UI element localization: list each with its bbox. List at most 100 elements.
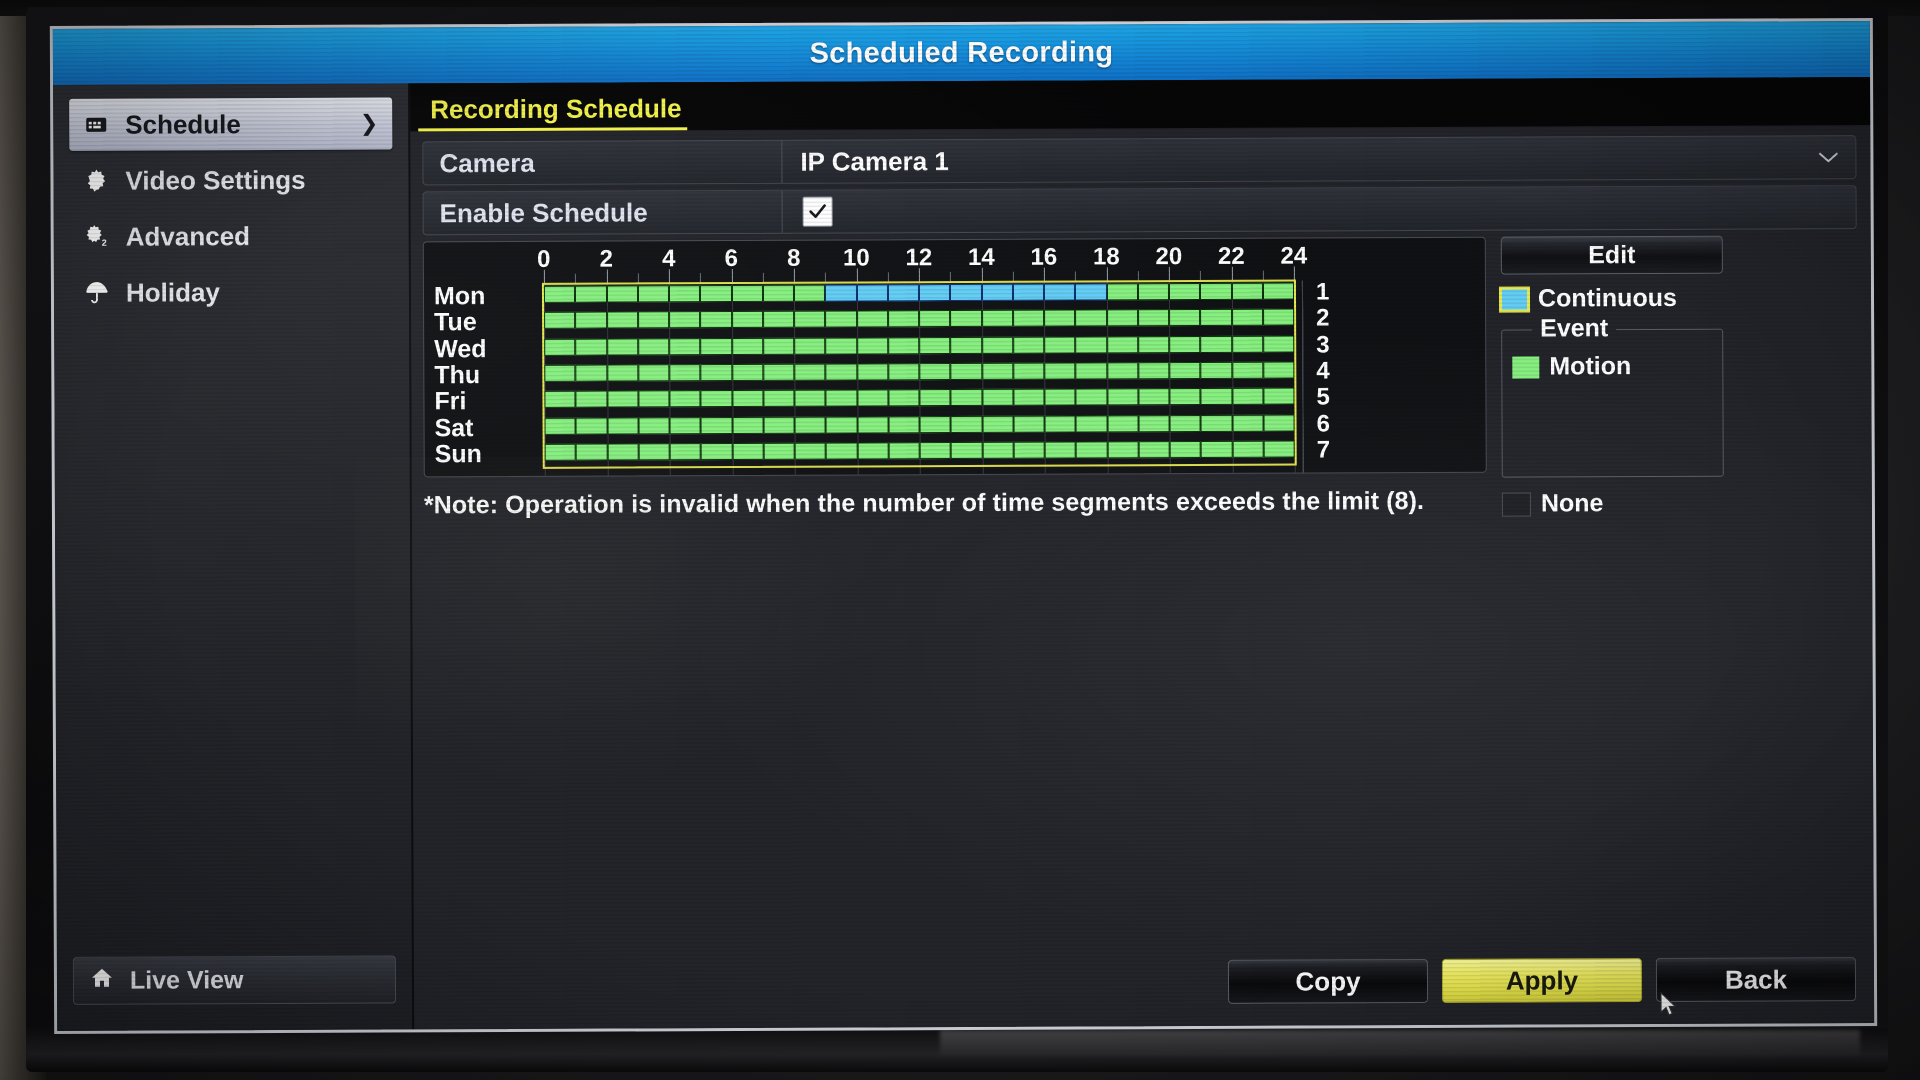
schedule-cell[interactable] [919, 310, 951, 328]
legend-item-none[interactable]: None [1501, 489, 1724, 519]
schedule-cell[interactable] [856, 363, 889, 381]
schedule-cell[interactable] [825, 337, 857, 355]
schedule-cell[interactable] [669, 390, 701, 408]
schedule-cell[interactable] [982, 441, 1014, 459]
schedule-cell[interactable] [794, 337, 826, 355]
schedule-cell[interactable] [638, 416, 670, 434]
schedule-cell[interactable] [918, 284, 951, 302]
schedule-cell[interactable] [888, 363, 920, 381]
schedule-cell[interactable] [669, 442, 701, 461]
schedule-cell[interactable] [1044, 309, 1076, 327]
schedule-cell[interactable] [1013, 441, 1045, 459]
schedule-cell[interactable] [1138, 440, 1170, 459]
schedule-cell[interactable] [1043, 283, 1076, 301]
schedule-cell[interactable] [762, 337, 795, 355]
schedule-cell[interactable] [669, 337, 701, 355]
schedule-cell[interactable] [1169, 440, 1201, 458]
schedule-cell[interactable] [950, 310, 982, 328]
schedule-cell[interactable] [544, 311, 576, 330]
schedule-cell[interactable] [575, 390, 607, 408]
schedule-cell[interactable] [1200, 361, 1232, 379]
schedule-cell[interactable] [950, 362, 982, 380]
schedule-cell[interactable] [1200, 335, 1232, 353]
schedule-cell[interactable] [544, 364, 576, 382]
schedule-cell[interactable] [732, 442, 764, 460]
back-button[interactable]: Back [1655, 957, 1857, 1002]
schedule-cell[interactable] [856, 389, 889, 407]
schedule-cell[interactable] [1075, 441, 1108, 459]
schedule-cell[interactable] [1169, 361, 1201, 379]
schedule-cell[interactable] [857, 442, 889, 460]
schedule-cell[interactable] [1137, 283, 1170, 301]
schedule-cell[interactable] [919, 336, 951, 354]
schedule-cell[interactable] [950, 441, 983, 459]
schedule-cell[interactable] [1107, 441, 1139, 459]
schedule-cell[interactable] [1232, 414, 1264, 432]
schedule-cell[interactable] [731, 363, 764, 381]
schedule-cell[interactable] [1106, 283, 1138, 301]
schedule-cell[interactable] [638, 443, 670, 461]
schedule-cell[interactable] [544, 417, 576, 435]
copy-button[interactable]: Copy [1227, 958, 1429, 1004]
schedule-cell[interactable] [887, 336, 920, 354]
schedule-cell[interactable] [950, 283, 982, 302]
schedule-cell[interactable] [982, 415, 1014, 433]
schedule-cell[interactable] [1231, 282, 1263, 300]
schedule-cell[interactable] [1075, 309, 1107, 327]
schedule-cell[interactable] [793, 284, 826, 302]
schedule-cell[interactable] [763, 389, 795, 408]
schedule-cell[interactable] [1263, 414, 1295, 432]
schedule-cell[interactable] [700, 442, 733, 460]
schedule-cell[interactable] [856, 284, 888, 302]
schedule-cell[interactable] [887, 310, 920, 328]
schedule-cell[interactable] [1012, 283, 1045, 301]
schedule-cell[interactable] [1106, 335, 1138, 353]
schedule-cell[interactable] [1200, 309, 1232, 327]
schedule-cell[interactable] [544, 390, 576, 409]
schedule-cell[interactable] [700, 416, 733, 434]
schedule-cell[interactable] [1044, 362, 1076, 380]
schedule-cell[interactable] [1231, 335, 1263, 353]
schedule-cell[interactable] [637, 285, 670, 303]
schedule-cell[interactable] [1075, 362, 1107, 380]
schedule-cell[interactable] [575, 311, 607, 329]
schedule-cell[interactable] [731, 390, 764, 408]
schedule-cell[interactable] [950, 336, 982, 354]
schedule-cell[interactable] [981, 310, 1013, 328]
schedule-cell[interactable] [1200, 414, 1233, 432]
schedule-cell[interactable] [919, 362, 951, 381]
schedule-cell[interactable] [1262, 308, 1295, 326]
schedule-cell[interactable] [638, 364, 670, 382]
schedule-cell[interactable] [825, 389, 857, 407]
schedule-cell[interactable] [1262, 282, 1295, 300]
schedule-cell[interactable] [1200, 440, 1233, 458]
enable-schedule-checkbox[interactable] [802, 196, 833, 227]
schedule-cell[interactable] [1106, 388, 1139, 406]
schedule-cell[interactable] [1137, 309, 1170, 327]
schedule-cell[interactable] [1262, 335, 1295, 353]
schedule-cell[interactable] [606, 390, 639, 408]
schedule-cell[interactable] [1044, 441, 1076, 459]
schedule-cell[interactable] [606, 364, 639, 382]
schedule-cell[interactable] [888, 415, 920, 433]
schedule-cell[interactable] [606, 285, 638, 303]
schedule-cell[interactable] [1075, 388, 1107, 406]
schedule-cell[interactable] [1231, 361, 1264, 379]
schedule-cell[interactable] [575, 364, 607, 382]
schedule-cell[interactable] [700, 363, 732, 382]
schedule-cell[interactable] [887, 284, 920, 302]
schedule-cell[interactable] [1075, 335, 1107, 354]
schedule-cell[interactable] [1263, 440, 1295, 458]
sidebar-item-schedule[interactable]: Schedule ❯ [69, 97, 393, 151]
schedule-cell[interactable] [543, 285, 576, 303]
schedule-cell[interactable] [1075, 283, 1107, 301]
schedule-cell[interactable] [1107, 414, 1139, 432]
legend-item-motion[interactable]: Motion [1512, 352, 1712, 382]
schedule-cell[interactable] [794, 442, 826, 460]
schedule-cell[interactable] [1075, 414, 1108, 433]
schedule-cell[interactable] [950, 389, 982, 407]
schedule-cell[interactable] [606, 338, 639, 356]
schedule-cell[interactable] [544, 338, 576, 356]
schedule-cell[interactable] [888, 389, 920, 407]
schedule-cell[interactable] [1169, 388, 1201, 406]
